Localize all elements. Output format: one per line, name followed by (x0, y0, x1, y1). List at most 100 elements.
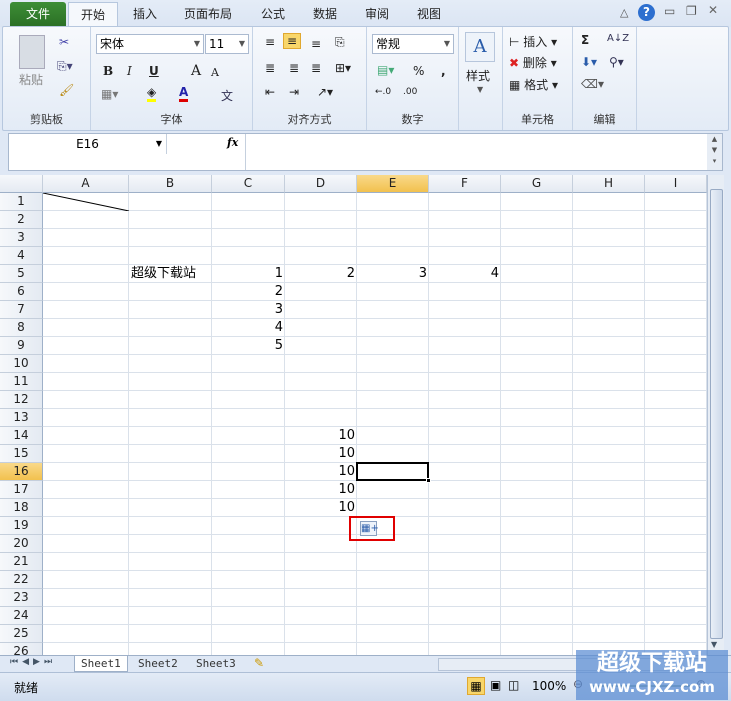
normal-view-icon[interactable]: ▦ (467, 677, 485, 695)
column-header-f[interactable]: F (429, 175, 501, 193)
row-header-20[interactable]: 20 (0, 535, 43, 553)
cell-d14[interactable]: 10 (285, 427, 357, 445)
row-header-16[interactable]: 16 (0, 463, 43, 481)
row-header-3[interactable]: 3 (0, 229, 43, 247)
row-header-18[interactable]: 18 (0, 499, 43, 517)
number-format-combo[interactable]: 常规 ▼ (372, 34, 454, 54)
cell-f5[interactable]: 4 (429, 265, 501, 283)
row-header-25[interactable]: 25 (0, 625, 43, 643)
sheet-tab-sheet1[interactable]: Sheet1 (74, 656, 128, 672)
column-header-g[interactable]: G (501, 175, 573, 193)
sort-filter-button[interactable]: A↓Z (607, 33, 629, 44)
cell-d18[interactable]: 10 (285, 499, 357, 517)
cell-c8[interactable]: 4 (212, 319, 285, 337)
restore-icon[interactable]: ❐ (686, 4, 697, 18)
font-color-button[interactable]: A (179, 85, 189, 102)
fill-icon[interactable]: ⬇▾ (581, 55, 597, 69)
copy-icon[interactable]: ⎘▾ (57, 59, 73, 74)
autosum-button[interactable]: Σ (581, 33, 589, 47)
border-icon[interactable]: ▦▾ (101, 87, 118, 101)
row-header-12[interactable]: 12 (0, 391, 43, 409)
column-header-d[interactable]: D (285, 175, 357, 193)
row-header-15[interactable]: 15 (0, 445, 43, 463)
row-header-17[interactable]: 17 (0, 481, 43, 499)
align-middle-icon[interactable]: ≡ (283, 33, 302, 49)
tab-review[interactable]: 审阅 (356, 2, 398, 27)
name-box[interactable]: E16 ▼ (9, 134, 167, 154)
row-header-5[interactable]: 5 (0, 265, 43, 283)
align-top-icon[interactable]: ≡ (265, 35, 275, 49)
row-header-11[interactable]: 11 (0, 373, 43, 391)
decrease-decimal-button[interactable]: .00 (403, 87, 417, 97)
row-header-19[interactable]: 19 (0, 517, 43, 535)
fill-color-icon[interactable]: ◈ (147, 85, 157, 102)
row-header-6[interactable]: 6 (0, 283, 43, 301)
row-header-26[interactable]: 26 (0, 643, 43, 655)
cell-b5[interactable]: 超级下载站 (129, 265, 212, 283)
format-painter-icon[interactable]: 🖌 (59, 83, 74, 97)
italic-button[interactable]: I (127, 64, 132, 78)
scroll-thumb[interactable] (710, 189, 723, 639)
merge-center-icon[interactable]: ⊞▾ (335, 61, 351, 75)
underline-button[interactable]: U (149, 64, 159, 78)
row-header-10[interactable]: 10 (0, 355, 43, 373)
styles-button[interactable]: 样式 (466, 67, 490, 84)
insert-function-button[interactable]: fx (227, 136, 238, 149)
sheet-nav-icons[interactable]: ⏮◀▶⏭ (10, 657, 56, 667)
format-cells-button[interactable]: ▦ 格式 ▾ (509, 76, 558, 93)
shrink-font-button[interactable]: A (211, 66, 219, 79)
minimize-icon[interactable]: ▭ (664, 4, 675, 18)
cell-e5[interactable]: 3 (357, 265, 429, 283)
align-center-icon[interactable]: ≣ (289, 61, 299, 75)
tab-view[interactable]: 视图 (408, 2, 450, 27)
decrease-indent-icon[interactable]: ⇤ (265, 85, 275, 99)
tab-data[interactable]: 数据 (304, 2, 346, 27)
row-header-14[interactable]: 14 (0, 427, 43, 445)
paste-icon[interactable] (19, 35, 45, 69)
cell-c7[interactable]: 3 (212, 301, 285, 319)
wrap-text-icon[interactable]: ⎘ (335, 35, 345, 50)
column-header-i[interactable]: I (645, 175, 707, 193)
close-icon[interactable]: ✕ (708, 3, 718, 17)
cell-c6[interactable]: 2 (212, 283, 285, 301)
column-header-e[interactable]: E (357, 175, 429, 193)
minimize-ribbon-icon[interactable]: △ (620, 6, 628, 19)
auto-fill-options-icon[interactable]: ▦+ (360, 521, 379, 536)
font-name-combo[interactable]: 宋体 ▼ (96, 34, 204, 54)
bold-button[interactable]: B (103, 64, 113, 78)
column-header-a[interactable]: A (43, 175, 129, 193)
tab-formulas[interactable]: 公式 (252, 2, 294, 27)
cell-d16[interactable]: 10 (285, 463, 357, 481)
zoom-level[interactable]: 100% (532, 679, 566, 693)
row-header-2[interactable]: 2 (0, 211, 43, 229)
insert-cells-button[interactable]: ⊢ 插入 ▾ (509, 33, 557, 50)
row-header-13[interactable]: 13 (0, 409, 43, 427)
cell-d15[interactable]: 10 (285, 445, 357, 463)
group-styles[interactable]: A 样式 ▼ (459, 27, 503, 130)
vertical-scrollbar[interactable]: ▼ (707, 175, 724, 655)
row-header-4[interactable]: 4 (0, 247, 43, 265)
find-select-icon[interactable]: ⚲▾ (609, 55, 624, 69)
tab-file[interactable]: 文件 (10, 2, 66, 27)
increase-indent-icon[interactable]: ⇥ (289, 85, 299, 99)
align-left-icon[interactable]: ≣ (265, 61, 275, 75)
cut-icon[interactable]: ✂ (59, 35, 69, 49)
phonetic-button[interactable]: 文 (221, 87, 233, 104)
worksheet-grid[interactable]: A B C D E F G H I 1 2 3 4 5 6 7 8 9 10 11 12 13 14 15 16 17 18 19 20… (0, 175, 707, 655)
cell-d5[interactable]: 2 (285, 265, 357, 283)
scroll-down-icon[interactable]: ▼ (711, 640, 717, 649)
row-header-7[interactable]: 7 (0, 301, 43, 319)
delete-cells-button[interactable]: ✖ 删除 ▾ (509, 54, 557, 71)
row-header-24[interactable]: 24 (0, 607, 43, 625)
row-header-1[interactable]: 1 (0, 193, 43, 211)
formula-bar-scroll[interactable]: ▲ ▼ ▾ (707, 134, 722, 170)
sheet-tab-sheet2[interactable]: Sheet2 (132, 656, 184, 672)
tab-home[interactable]: 开始 (68, 2, 118, 27)
cell-d17[interactable]: 10 (285, 481, 357, 499)
tab-page-layout[interactable]: 页面布局 (176, 2, 240, 27)
page-layout-view-icon[interactable]: ▣ (490, 678, 501, 692)
comma-button[interactable]: , (441, 64, 446, 78)
formula-input[interactable] (245, 134, 707, 170)
tab-insert[interactable]: 插入 (124, 2, 166, 27)
row-header-23[interactable]: 23 (0, 589, 43, 607)
